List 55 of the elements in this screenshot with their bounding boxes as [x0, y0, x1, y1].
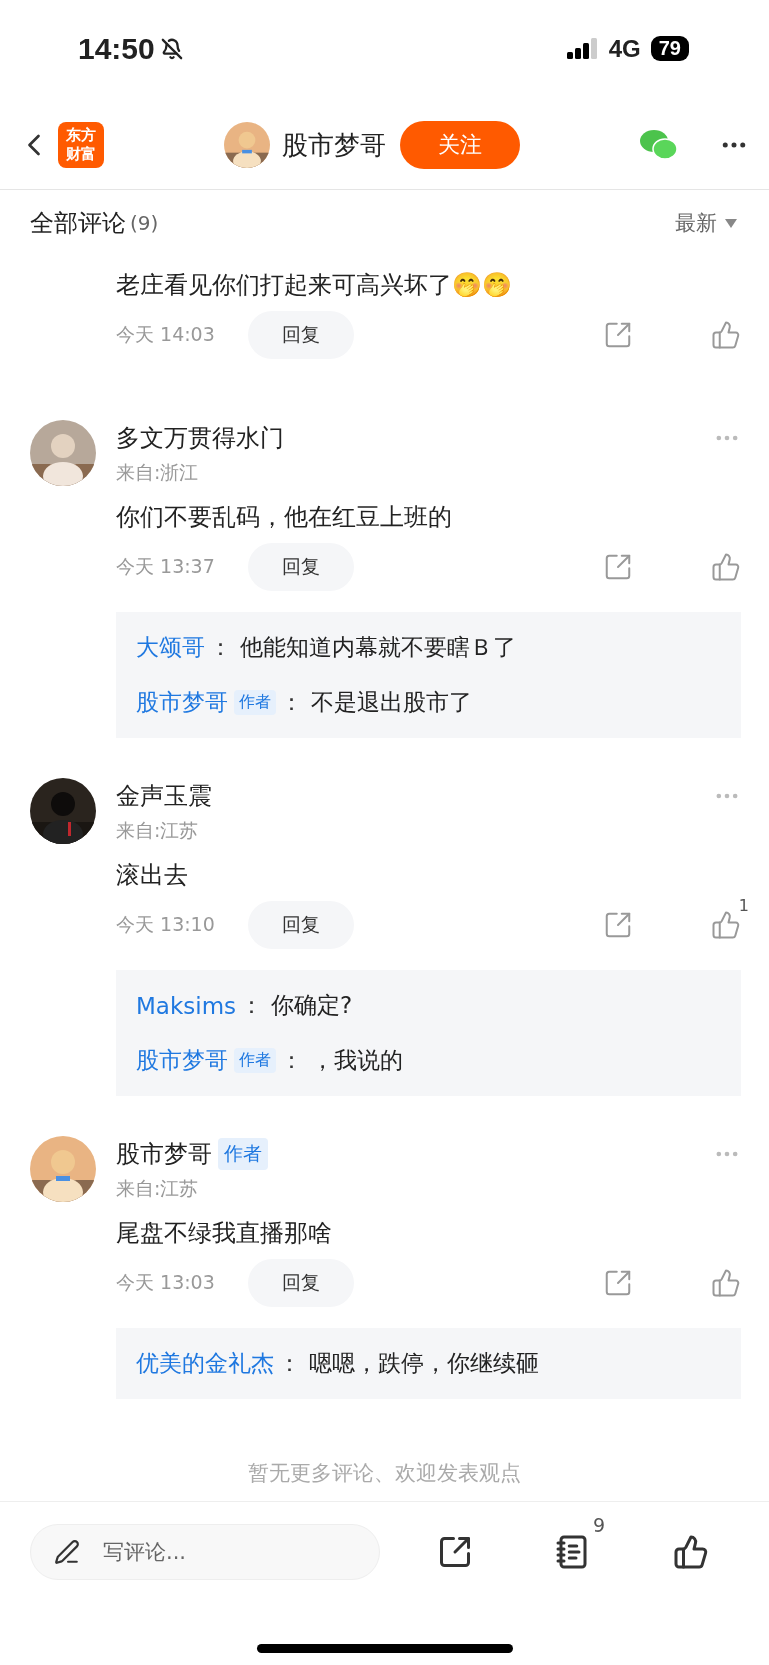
comment-time: 今天 14:03	[116, 322, 216, 347]
author-name: 股市梦哥	[281, 128, 386, 162]
network-label: 4G	[608, 34, 641, 63]
reply-user[interactable]: 大颂哥	[136, 632, 205, 663]
colon: ：	[240, 991, 264, 1020]
reply-text: 嗯嗯，跌停，你继续砸	[309, 1349, 539, 1378]
reply-button[interactable]: 回复	[248, 311, 354, 359]
battery-level: 79	[650, 36, 689, 61]
comment-input[interactable]: 写评论...	[30, 1524, 380, 1580]
comment-count: 9	[592, 1514, 605, 1536]
reply-text: 你确定?	[271, 991, 353, 1020]
no-more-comments-note: 暂无更多评论、欢迎发表观点	[247, 1460, 522, 1487]
bell-off-icon	[160, 37, 183, 60]
comment-text: 滚出去	[116, 860, 189, 891]
colon: ：	[278, 1349, 301, 1378]
reply-text: 他能知道内幕就不要瞎Ｂ了	[240, 633, 516, 662]
reply-button[interactable]: 回复	[248, 543, 354, 591]
comment-time: 今天 13:37	[116, 554, 216, 579]
reply-user[interactable]: 优美的金礼杰	[136, 1348, 274, 1379]
colon: ：	[280, 688, 303, 717]
signal-icon	[566, 37, 599, 60]
author-badge: 作者	[234, 1048, 276, 1073]
pencil-icon	[54, 1539, 80, 1565]
commenter-location: 来自:浙江	[116, 460, 200, 485]
colon: ：	[209, 633, 232, 662]
commenter-name[interactable]: 多文万贯得水门	[116, 422, 284, 454]
comment-text: 尾盘不绿我直播那啥	[116, 1218, 333, 1249]
comment-time: 今天 13:03	[116, 1270, 216, 1295]
reply-user[interactable]: Maksims	[136, 992, 237, 1019]
sort-dropdown[interactable]: 最新	[675, 209, 737, 237]
comment-text: 老庄看见你们打起来可高兴坏了🤭🤭	[116, 270, 513, 301]
share-icon[interactable]	[437, 1534, 473, 1570]
commenter-location: 来自:江苏	[116, 1176, 200, 1201]
commenter-name[interactable]: 股市梦哥	[116, 1138, 212, 1170]
commenter-location: 来自:江苏	[116, 818, 200, 843]
author-badge: 作者	[218, 1138, 268, 1170]
status-time: 14:50	[78, 31, 155, 66]
like-count: 1	[738, 896, 749, 915]
commenter-name[interactable]: 金声玉震	[116, 780, 212, 812]
author-badge: 作者	[234, 690, 276, 715]
caret-icon	[725, 218, 737, 228]
comment-text: 你们不要乱码，他在红豆上班的	[116, 502, 453, 533]
reply-text: 不是退出股市了	[311, 688, 472, 717]
comments-count: (9)	[130, 211, 159, 235]
chat-bubbles-icon[interactable]	[639, 128, 679, 162]
comment-time: 今天 13:10	[116, 912, 216, 937]
colon: ：	[280, 1046, 303, 1075]
reply-button[interactable]: 回复	[248, 901, 354, 949]
app-logo: 东方 财富	[58, 122, 104, 168]
like-icon[interactable]	[673, 1534, 709, 1570]
comments-title: 全部评论	[30, 208, 126, 239]
reply-user[interactable]: 股市梦哥	[136, 1045, 228, 1076]
reply-button[interactable]: 回复	[248, 1259, 354, 1307]
reply-user[interactable]: 股市梦哥	[136, 687, 228, 718]
reply-text: ，我说的	[311, 1046, 403, 1075]
